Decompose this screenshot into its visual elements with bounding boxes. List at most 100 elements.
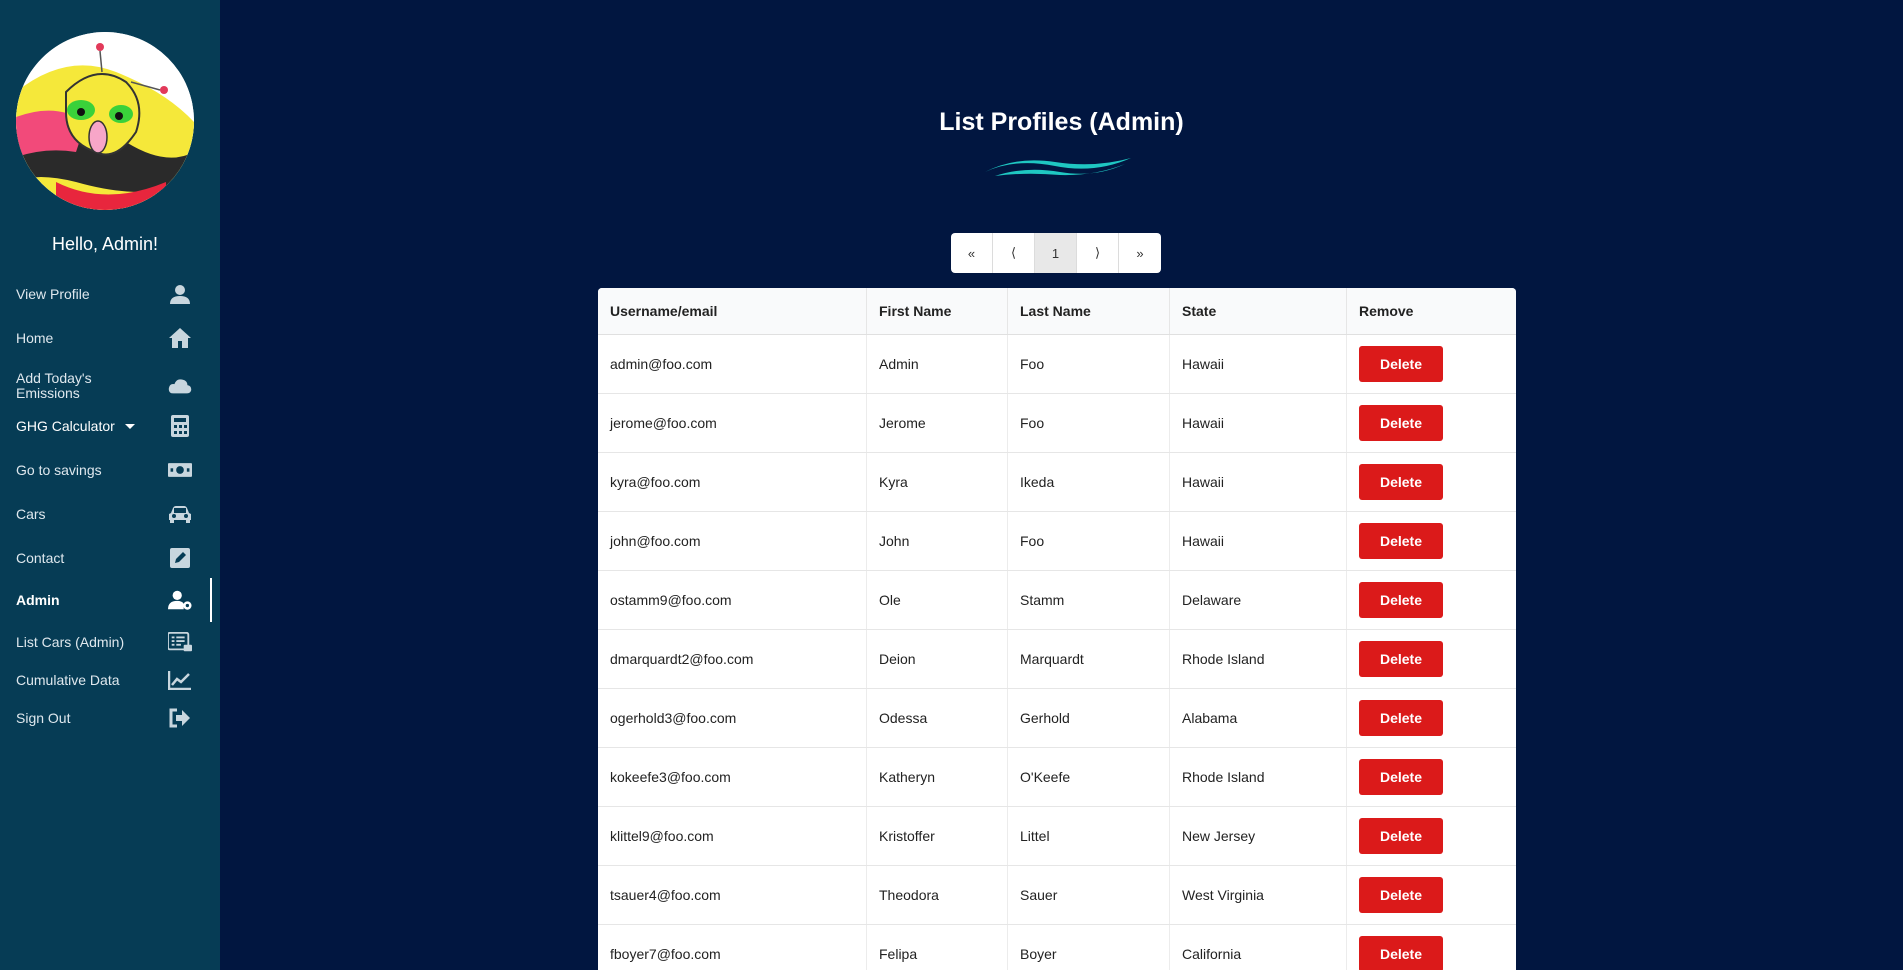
cell-last-name: Foo: [1007, 334, 1170, 394]
sidebar-item-label: Sign Out: [16, 709, 71, 726]
cell-remove: Delete: [1346, 452, 1516, 512]
table-row: jerome@foo.com Jerome Foo Hawaii Delete: [598, 393, 1516, 453]
cell-state: California: [1169, 924, 1347, 970]
prev-page-button[interactable]: ⟨: [993, 233, 1035, 273]
first-page-button[interactable]: «: [951, 233, 993, 273]
cell-remove: Delete: [1346, 924, 1516, 970]
table-row: kyra@foo.com Kyra Ikeda Hawaii Delete: [598, 452, 1516, 512]
sidebar-item-label: Cars: [16, 505, 46, 522]
cell-first-name: Jerome: [866, 393, 1008, 453]
delete-button[interactable]: Delete: [1359, 463, 1443, 500]
sidebar-item-ghg-calculator[interactable]: GHG Calculator: [0, 410, 212, 442]
sidebar-item-label: List Cars (Admin): [16, 633, 125, 650]
home-icon: [168, 326, 192, 350]
cell-state: Rhode Island: [1169, 747, 1347, 807]
pagination: « ⟨ 1 ⟩ »: [951, 233, 1161, 273]
table-row: ostamm9@foo.com Ole Stamm Delaware Delete: [598, 570, 1516, 630]
sidebar-item-label: View Profile: [16, 285, 90, 302]
table-row: klittel9@foo.com Kristoffer Littel New Jers…: [598, 806, 1516, 866]
sidebar-item-cumulative-data[interactable]: Cumulative Data: [0, 664, 212, 696]
header-last-name: Last Name: [1007, 288, 1170, 335]
cell-state: West Virginia: [1169, 865, 1347, 925]
sidebar-item-contact[interactable]: Contact: [0, 542, 212, 574]
delete-button[interactable]: Delete: [1359, 876, 1443, 913]
cell-remove: Delete: [1346, 511, 1516, 571]
page-1-button[interactable]: 1: [1035, 233, 1077, 273]
cell-last-name: Ikeda: [1007, 452, 1170, 512]
cell-state: New Jersey: [1169, 806, 1347, 866]
cell-state: Hawaii: [1169, 452, 1347, 512]
cell-email: john@foo.com: [598, 511, 867, 571]
header-first-name: First Name: [866, 288, 1008, 335]
edit-icon: [168, 546, 192, 570]
cell-email: jerome@foo.com: [598, 393, 867, 453]
cell-email: dmarquardt2@foo.com: [598, 629, 867, 689]
delete-button[interactable]: Delete: [1359, 581, 1443, 618]
table-row: kokeefe3@foo.com Katheryn O'Keefe Rhode Isl…: [598, 747, 1516, 807]
delete-button[interactable]: Delete: [1359, 817, 1443, 854]
delete-button[interactable]: Delete: [1359, 935, 1443, 970]
last-page-button[interactable]: »: [1119, 233, 1161, 273]
sidebar-item-admin[interactable]: Admin: [0, 584, 212, 616]
delete-button[interactable]: Delete: [1359, 522, 1443, 559]
cell-remove: Delete: [1346, 688, 1516, 748]
sidebar-item-view-profile[interactable]: View Profile: [0, 278, 212, 310]
greeting: Hello, Admin!: [51, 234, 159, 254]
cell-state: Rhode Island: [1169, 629, 1347, 689]
cell-first-name: Ole: [866, 570, 1008, 630]
cell-remove: Delete: [1346, 334, 1516, 394]
sidebar-item-label: GHG Calculator: [16, 418, 146, 434]
chart-line-icon: [168, 668, 192, 692]
cell-remove: Delete: [1346, 570, 1516, 630]
header-remove: Remove: [1346, 288, 1516, 335]
delete-button[interactable]: Delete: [1359, 640, 1443, 677]
cell-email: ostamm9@foo.com: [598, 570, 867, 630]
sidebar: Hello, Admin! View Profile Home Add Toda…: [0, 0, 220, 970]
sidebar-item-home[interactable]: Home: [0, 322, 212, 354]
cell-email: ogerhold3@foo.com: [598, 688, 867, 748]
cell-state: Hawaii: [1169, 334, 1347, 394]
header-state: State: [1169, 288, 1347, 335]
table-row: tsauer4@foo.com Theodora Sauer West Virgini…: [598, 865, 1516, 925]
wave-decoration: [985, 158, 1131, 176]
sidebar-item-sign-out[interactable]: Sign Out: [0, 702, 212, 734]
sidebar-item-label: Contact: [16, 549, 65, 566]
cell-email: klittel9@foo.com: [598, 806, 867, 866]
cell-last-name: Foo: [1007, 393, 1170, 453]
delete-button[interactable]: Delete: [1359, 758, 1443, 795]
cell-email: kyra@foo.com: [598, 452, 867, 512]
delete-button[interactable]: Delete: [1359, 699, 1443, 736]
sign-out-icon: [168, 706, 192, 730]
calculator-icon: [168, 414, 192, 438]
sidebar-item-label: Add Today's Emissions: [16, 370, 92, 401]
cell-first-name: Admin: [866, 334, 1008, 394]
profiles-table-container: Username/email First Name Last Name Stat…: [598, 288, 1516, 970]
profiles-table: Username/email First Name Last Name Stat…: [598, 288, 1516, 970]
cell-email: admin@foo.com: [598, 334, 867, 394]
cell-last-name: Boyer: [1007, 924, 1170, 970]
cell-first-name: Deion: [866, 629, 1008, 689]
next-page-button[interactable]: ⟩: [1077, 233, 1119, 273]
sidebar-item-add-emissions[interactable]: Add Today's Emissions: [0, 370, 212, 402]
cell-first-name: Katheryn: [866, 747, 1008, 807]
list-icon: [168, 630, 192, 654]
page-title: List Profiles (Admin): [939, 108, 1184, 136]
sidebar-item-cars[interactable]: Cars: [0, 498, 212, 530]
cell-state: Delaware: [1169, 570, 1347, 630]
cell-last-name: Stamm: [1007, 570, 1170, 630]
sidebar-item-list-cars[interactable]: List Cars (Admin): [0, 626, 212, 658]
cell-first-name: Kyra: [866, 452, 1008, 512]
sidebar-item-label: Home: [16, 329, 54, 346]
delete-button[interactable]: Delete: [1359, 345, 1443, 382]
sidebar-item-label: Go to savings: [16, 461, 102, 478]
header-username: Username/email: [598, 288, 867, 335]
sidebar-item-savings[interactable]: Go to savings: [0, 454, 212, 486]
table-header-row: Username/email First Name Last Name Stat…: [598, 288, 1516, 335]
avatar[interactable]: [16, 32, 194, 210]
cell-email: kokeefe3@foo.com: [598, 747, 867, 807]
cell-state: Alabama: [1169, 688, 1347, 748]
cell-state: Hawaii: [1169, 511, 1347, 571]
delete-button[interactable]: Delete: [1359, 404, 1443, 441]
sidebar-item-label: Cumulative Data: [16, 671, 120, 688]
cell-last-name: Foo: [1007, 511, 1170, 571]
